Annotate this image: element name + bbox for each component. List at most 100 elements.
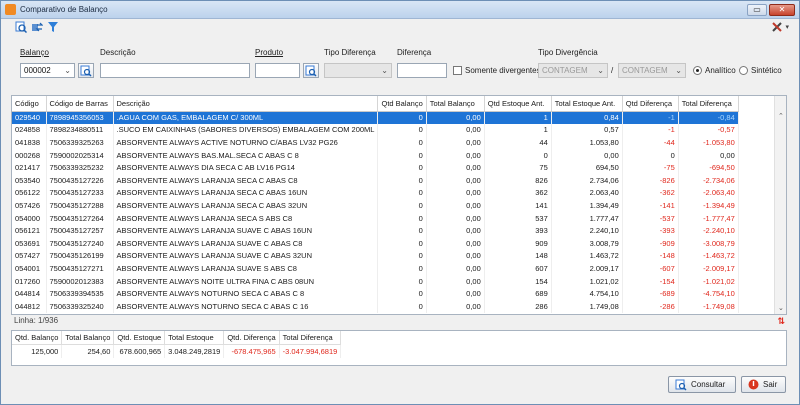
- table-cell: 0: [377, 148, 427, 162]
- table-row[interactable]: 057426 7500435127288 ABSORVENTE ALWAYS LAR…: [12, 199, 739, 212]
- table-cell: 2.240,10: [551, 224, 623, 237]
- table-cell: 057426: [12, 199, 47, 212]
- table-cell: 056121: [12, 224, 47, 237]
- col-header[interactable]: Qtd Diferença: [622, 96, 679, 112]
- table-row[interactable]: 057427 7500435126199 ABSORVENTE ALWAYS LAR…: [12, 249, 739, 263]
- table-cell: 7590002025314: [46, 148, 114, 162]
- diferenca-input[interactable]: [397, 63, 447, 78]
- table-cell: 041838: [12, 136, 47, 149]
- tipo-diferenca-select[interactable]: ⌄: [324, 63, 392, 78]
- table-cell: 7898234880511: [46, 123, 114, 137]
- table-cell: 0,00: [426, 299, 485, 313]
- table-row[interactable]: 041838 7506339325263 ABSORVENTE ALWAYS ACT…: [12, 136, 739, 149]
- table-cell: -148: [622, 249, 679, 263]
- descricao-input[interactable]: [100, 63, 250, 78]
- contagem-select-2[interactable]: CONTAGEM ⌄: [618, 63, 686, 78]
- totals-header-row: Qtd. Balanço Total Balanço Qtd. Estoque …: [12, 331, 342, 345]
- table-row[interactable]: 053691 7500435127240 ABSORVENTE ALWAYS LAR…: [12, 236, 739, 250]
- table-cell: 0: [622, 148, 679, 162]
- table-cell: 1.749,08: [551, 299, 623, 313]
- table-cell: 7500435127257: [46, 224, 114, 237]
- table-row[interactable]: 056121 7500435127257 ABSORVENTE ALWAYS LAR…: [12, 224, 739, 237]
- table-cell: -2.240,10: [678, 224, 739, 237]
- table-cell: 0,00: [426, 136, 485, 149]
- contagem-select-1[interactable]: CONTAGEM ⌄: [538, 63, 608, 78]
- search-report-icon[interactable]: [15, 21, 27, 33]
- totals-header: Qtd. Estoque: [113, 331, 166, 345]
- totals-values-row: 125,000 254,60 678.600,965 3.048.249,281…: [12, 344, 342, 358]
- col-header[interactable]: Total Estoque Ant.: [551, 96, 623, 112]
- title-bar: Comparativo de Balanço ▭ ✕: [1, 1, 799, 19]
- table-cell: 7506339325232: [46, 161, 114, 174]
- col-header[interactable]: Total Balanço: [426, 96, 485, 112]
- table-cell: 141: [484, 199, 552, 212]
- col-header[interactable]: Código: [12, 96, 47, 112]
- somente-divergentes-checkbox[interactable]: [453, 66, 462, 75]
- table-cell: 7898945356053: [46, 111, 114, 124]
- sort-icon[interactable]: ⇅: [777, 316, 785, 327]
- total-value: -678.475,965: [223, 344, 280, 358]
- table-cell: 75: [484, 161, 552, 174]
- scroll-down-icon[interactable]: ⌄: [778, 304, 784, 312]
- chevron-down-icon: ▾: [785, 24, 789, 31]
- table-row[interactable]: 024858 7898234880511 .SUCO EM CAIXINHAS (S…: [12, 123, 739, 137]
- table-cell: ABSORVENTE ALWAYS NOTURNO SECA C ABAS C …: [113, 287, 379, 300]
- scroll-up-icon[interactable]: ⌃: [778, 112, 784, 120]
- table-cell: 0,00: [426, 161, 485, 174]
- table-cell: -1: [622, 123, 679, 137]
- table-cell: 053691: [12, 236, 47, 250]
- table-row[interactable]: 000268 7590002025314 ABSORVENTE ALWAYS BAS…: [12, 148, 739, 162]
- produto-search-button[interactable]: [303, 63, 319, 78]
- table-row[interactable]: 054000 7500435127264 ABSORVENTE ALWAYS LAR…: [12, 211, 739, 225]
- table-row[interactable]: 054001 7500435127271 ABSORVENTE ALWAYS LAR…: [12, 262, 739, 275]
- table-cell: 44: [484, 136, 552, 149]
- table-row[interactable]: 056122 7500435127233 ABSORVENTE ALWAYS LAR…: [12, 186, 739, 200]
- table-cell: 0: [377, 299, 427, 313]
- transfer-icon[interactable]: [31, 21, 43, 33]
- table-row[interactable]: 021417 7506339325232 ABSORVENTE ALWAYS DIA…: [12, 161, 739, 174]
- balanco-search-button[interactable]: [78, 63, 94, 78]
- table-cell: ABSORVENTE ALWAYS LARANJA SECA C ABAS 32…: [113, 199, 379, 212]
- table-cell: ABSORVENTE ALWAYS ACTIVE NOTURNO C/ABAS …: [113, 136, 379, 149]
- table-row[interactable]: 017260 7590002012383 ABSORVENTE ALWAYS NOI…: [12, 274, 739, 288]
- table-cell: 1: [484, 123, 552, 137]
- col-header[interactable]: Descrição: [113, 96, 379, 112]
- table-row[interactable]: 053540 7500435127226 ABSORVENTE ALWAYS LAR…: [12, 173, 739, 187]
- table-cell: 1: [484, 111, 552, 124]
- col-header[interactable]: Total Diferença: [678, 96, 739, 112]
- totals-header: Total Diferença: [279, 331, 342, 345]
- filter-panel: Balanço 000002 ⌄ Descrição Produto Tipo D…: [1, 45, 799, 93]
- table-cell: ABSORVENTE ALWAYS NOITE ULTRA FINA C ABS…: [113, 274, 379, 288]
- col-header[interactable]: Qtd Estoque Ant.: [484, 96, 552, 112]
- analitico-radio[interactable]: [693, 66, 702, 75]
- table-cell: 044812: [12, 299, 47, 313]
- consultar-label: Consultar: [691, 380, 726, 389]
- table-cell: -1.053,80: [678, 136, 739, 149]
- vertical-scrollbar[interactable]: ⌃ ⌄: [774, 96, 786, 314]
- table-row[interactable]: 044814 7506339394535 ABSORVENTE ALWAYS NOT…: [12, 287, 739, 300]
- table-row[interactable]: 044812 7506339325240 ABSORVENTE ALWAYS NOT…: [12, 299, 739, 313]
- balanco-select[interactable]: 000002 ⌄: [20, 63, 75, 78]
- col-header[interactable]: Qtd Balanço: [377, 96, 427, 112]
- close-button[interactable]: ✕: [769, 3, 795, 16]
- table-cell: 0,00: [426, 148, 485, 162]
- filter-icon[interactable]: [47, 21, 59, 33]
- consultar-button[interactable]: Consultar: [668, 376, 736, 393]
- tools-menu-button[interactable]: ▾: [771, 21, 789, 33]
- table-cell: .AGUA COM GAS, EMBALAGEM C/ 300ML: [113, 111, 379, 124]
- sair-button[interactable]: Sair: [741, 376, 786, 393]
- table-cell: 044814: [12, 287, 47, 300]
- items-grid[interactable]: Código Código de Barras Descrição Qtd Ba…: [11, 95, 787, 315]
- table-cell: 056122: [12, 186, 47, 200]
- sintetico-radio[interactable]: [739, 66, 748, 75]
- table-cell: 0,00: [426, 211, 485, 225]
- table-cell: ABSORVENTE ALWAYS LARANJA SECA C ABAS C8: [113, 173, 379, 187]
- table-cell: 0,00: [426, 199, 485, 212]
- restore-button[interactable]: ▭: [747, 3, 767, 16]
- col-header[interactable]: Código de Barras: [46, 96, 114, 112]
- balanco-label: Balanço: [20, 48, 49, 57]
- table-cell: 0,00: [426, 224, 485, 237]
- table-row[interactable]: 029540 7898945356053 .AGUA COM GAS, EMBALA…: [12, 111, 739, 124]
- produto-input[interactable]: [255, 63, 300, 78]
- table-cell: -3.008,79: [678, 236, 739, 250]
